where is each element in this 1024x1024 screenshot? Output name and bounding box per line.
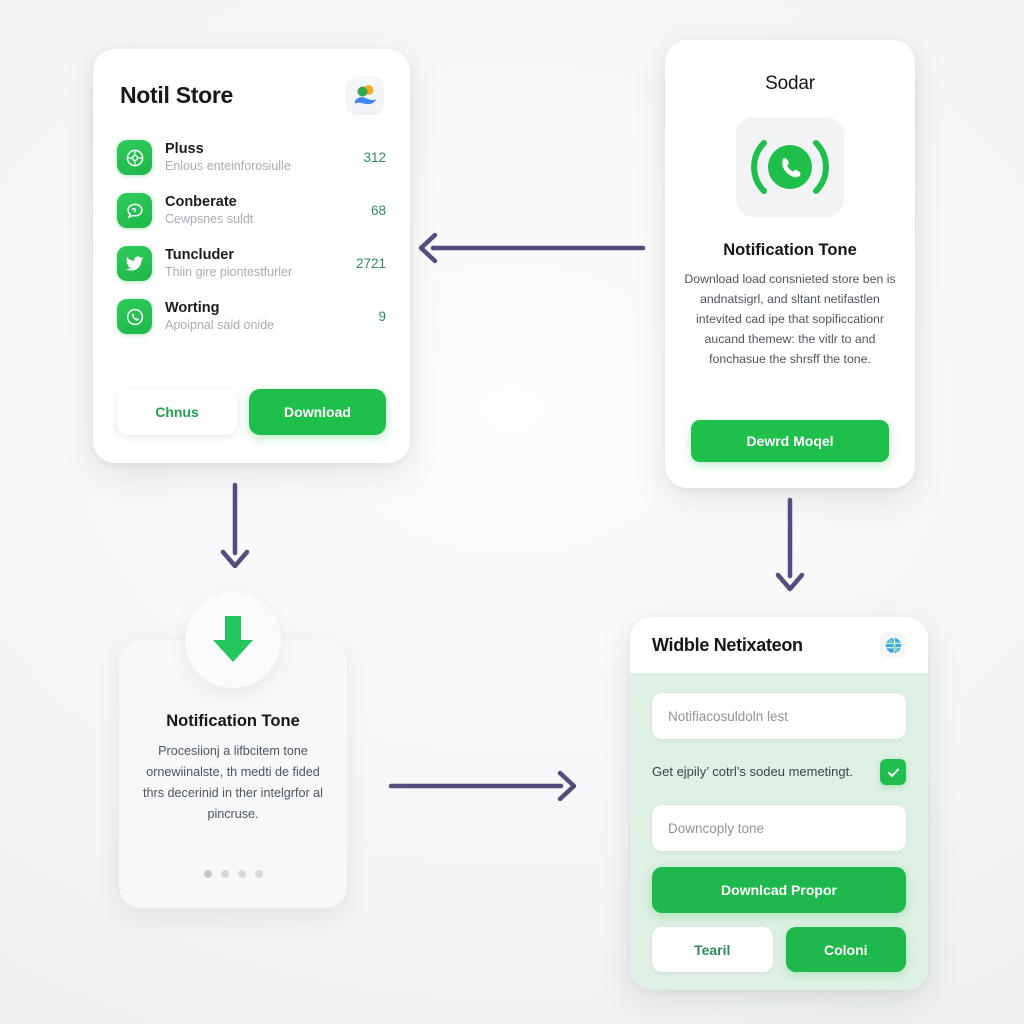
- app-info: Worting Apoipnal said onide: [165, 299, 359, 334]
- pagination-dot[interactable]: [254, 870, 263, 878]
- tone-card-body: Download load consnieted store ben is an…: [684, 272, 896, 366]
- app-count: 312: [363, 150, 386, 165]
- app-count: 9: [378, 309, 386, 324]
- dewrd-moqel-button[interactable]: Dewrd Moqel: [691, 420, 889, 462]
- chat-bubble-icon: [117, 193, 152, 228]
- download-propor-button[interactable]: Downlcad Propor: [652, 867, 906, 913]
- store-action-bar: Chnus Download: [117, 389, 386, 435]
- tone-card-heading: Notification Tone: [723, 241, 857, 259]
- pagination-dots: [119, 870, 347, 878]
- tone-name-input[interactable]: Downcoply tone: [652, 805, 906, 851]
- app-list: Pluss Enlous enteinforosiulle 312 Conber…: [93, 131, 410, 343]
- coloni-button[interactable]: Coloni: [785, 927, 906, 972]
- tone-card-title: Sodar: [765, 73, 815, 94]
- download-button[interactable]: Download: [249, 389, 386, 435]
- app-name: Tuncluder: [165, 247, 235, 263]
- pagination-dot[interactable]: [237, 870, 246, 878]
- app-subtitle: Cewpsnes suldt: [165, 212, 254, 227]
- widget-notification-card: Widble Netixateon Notifiacosuldoln lest …: [630, 617, 928, 990]
- notification-text-input[interactable]: Notifiacosuldoln lest: [652, 693, 906, 739]
- store-title: Notil Store: [120, 81, 233, 108]
- pagination-dot[interactable]: [203, 870, 212, 878]
- tearil-button[interactable]: Tearil: [652, 927, 773, 972]
- app-subtitle: Apoipnal said onide: [165, 318, 275, 333]
- chnus-button[interactable]: Chnus: [117, 389, 237, 435]
- app-info: Tuncluder Thiin gire piontestfurler: [165, 246, 337, 281]
- app-name: Conberate: [165, 194, 237, 210]
- notification-tone-card: Sodar Notification Tone Download load co…: [665, 40, 915, 488]
- enable-checkbox[interactable]: [880, 759, 906, 785]
- widget-body: Notifiacosuldoln lest Get ejpily’ cotrl’…: [630, 673, 928, 990]
- widget-title: Widble Netixateon: [652, 634, 803, 655]
- checkbox-label: Get ejpily’ cotrl’s sodeu memetingt.: [652, 764, 853, 780]
- app-subtitle: Thiin gire piontestfurler: [165, 265, 293, 280]
- whatsapp-call-ringing-icon: [736, 117, 844, 217]
- widget-header: Widble Netixateon: [630, 617, 928, 673]
- twitter-bird-icon: [117, 246, 152, 281]
- arrow-tone-to-store: [418, 232, 646, 264]
- compass-icon: [117, 140, 152, 175]
- app-info: Conberate Cewpsnes suldt: [165, 193, 352, 228]
- google-contacts-icon: [347, 77, 383, 113]
- diagram-canvas: Notil Store Pluss Enlous enteinforosiull…: [0, 0, 1024, 1024]
- process-card-body: Procesiionj a lifbcitem tone ornewiinals…: [143, 744, 323, 821]
- app-count: 2721: [355, 256, 386, 271]
- app-subtitle: Enlous enteinforosiulle: [165, 159, 291, 174]
- arrow-tone-to-widget: [775, 497, 805, 592]
- app-name: Pluss: [165, 141, 204, 157]
- processing-card: Notification Tone Procesiionj a lifbcite…: [119, 592, 347, 908]
- app-list-item[interactable]: Worting Apoipnal said onide 9: [117, 290, 386, 343]
- phone-call-icon: [117, 299, 152, 334]
- app-name: Worting: [165, 300, 220, 316]
- globe-icon[interactable]: [880, 632, 906, 658]
- widget-action-row: Tearil Coloni: [652, 927, 906, 972]
- arrow-store-to-process: [220, 482, 250, 569]
- notification-store-card: Notil Store Pluss Enlous enteinforosiull…: [93, 49, 410, 463]
- store-header: Notil Store: [93, 49, 410, 113]
- app-list-item[interactable]: Tuncluder Thiin gire piontestfurler 2721: [117, 237, 386, 290]
- app-info: Pluss Enlous enteinforosiulle: [165, 140, 344, 175]
- download-arrow-icon: [185, 592, 281, 688]
- app-list-item[interactable]: Pluss Enlous enteinforosiulle 312: [117, 131, 386, 184]
- checkbox-row: Get ejpily’ cotrl’s sodeu memetingt.: [652, 759, 906, 785]
- arrow-process-to-widget: [388, 770, 577, 802]
- app-count: 68: [370, 203, 386, 218]
- pagination-dot[interactable]: [220, 870, 229, 878]
- app-list-item[interactable]: Conberate Cewpsnes suldt 68: [117, 184, 386, 237]
